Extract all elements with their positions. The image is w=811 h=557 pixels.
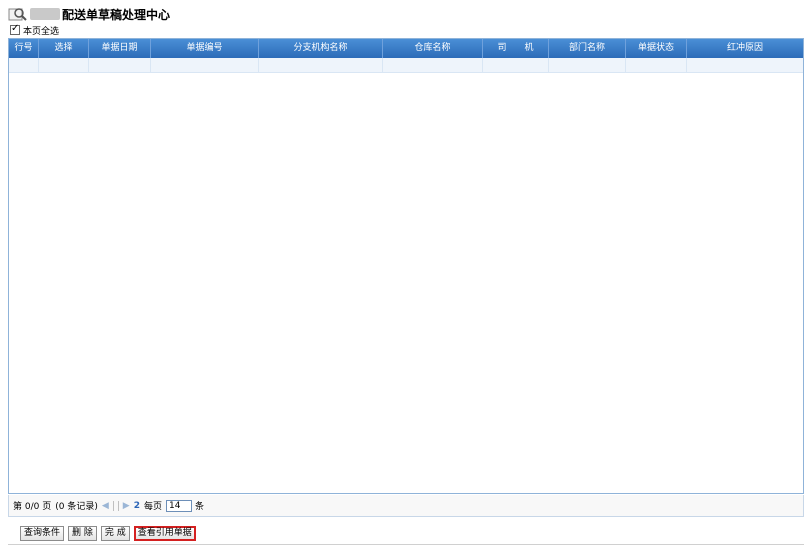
col-warehouse-name[interactable]: 仓库名称 xyxy=(383,39,483,58)
table-cell xyxy=(626,58,687,72)
table-cell xyxy=(151,58,259,72)
col-doc-status[interactable]: 单据状态 xyxy=(626,39,687,58)
col-reversal-reason[interactable]: 红冲原因 xyxy=(687,39,803,58)
col-department-name[interactable]: 部门名称 xyxy=(549,39,626,58)
complete-button[interactable]: 完 成 xyxy=(100,526,130,541)
title-bar: 配送单草稿处理中心 xyxy=(8,5,170,23)
table-cell xyxy=(39,58,89,72)
col-doc-date[interactable]: 单据日期 xyxy=(89,39,151,58)
query-conditions-button[interactable]: 查询条件 xyxy=(20,526,65,541)
table-cell xyxy=(89,58,151,72)
col-doc-number[interactable]: 单据编号 xyxy=(151,39,259,58)
last-page-icon[interactable]: ▶ xyxy=(123,501,130,511)
table-cell xyxy=(549,58,626,72)
col-branch-name[interactable]: 分支机构名称 xyxy=(259,39,383,58)
unit-label: 条 xyxy=(194,502,204,512)
table-cell xyxy=(9,58,39,72)
table-cell xyxy=(483,58,549,72)
data-grid: 行号 选择 单据日期 单据编号 分支机构名称 仓库名称 司 机 部门名称 单据状… xyxy=(8,38,804,494)
page-title: 配送单草稿处理中心 xyxy=(62,7,171,22)
col-select[interactable]: 选择 xyxy=(39,39,89,58)
action-toolbar: 查询条件 删 除 完 成 查看引用单据 xyxy=(20,526,200,541)
page-info: 第 0/0 页 xyxy=(13,502,52,512)
divider xyxy=(117,500,119,511)
refresh-icon[interactable]: 2 xyxy=(134,501,140,511)
first-page-icon[interactable]: ◀ xyxy=(102,501,109,511)
select-all-row: 本页全选 xyxy=(10,23,60,37)
col-driver[interactable]: 司 机 xyxy=(483,39,549,58)
view-referenced-docs-button[interactable]: 查看引用单据 xyxy=(133,526,196,541)
per-page-label: 每页 xyxy=(143,502,162,512)
table-cell xyxy=(259,58,383,72)
table-cell xyxy=(383,58,483,72)
select-all-label: 本页全选 xyxy=(23,26,60,37)
table-row[interactable] xyxy=(9,58,803,73)
divider xyxy=(112,500,114,511)
pager: 第 0/0 页 (0 条记录) ◀ ▶ 2 每页 条 xyxy=(8,495,804,517)
select-all-checkbox[interactable] xyxy=(10,23,20,35)
col-row-number[interactable]: 行号 xyxy=(9,39,39,58)
table-cell xyxy=(687,58,803,72)
grid-header: 行号 选择 单据日期 单据编号 分支机构名称 仓库名称 司 机 部门名称 单据状… xyxy=(9,39,803,58)
divider xyxy=(8,544,804,545)
page-size-input[interactable] xyxy=(165,499,192,512)
record-count: (0 条记录) xyxy=(55,502,98,512)
search-doc-icon xyxy=(8,6,28,22)
delete-button[interactable]: 删 除 xyxy=(68,526,97,541)
redacted-text xyxy=(30,8,60,20)
